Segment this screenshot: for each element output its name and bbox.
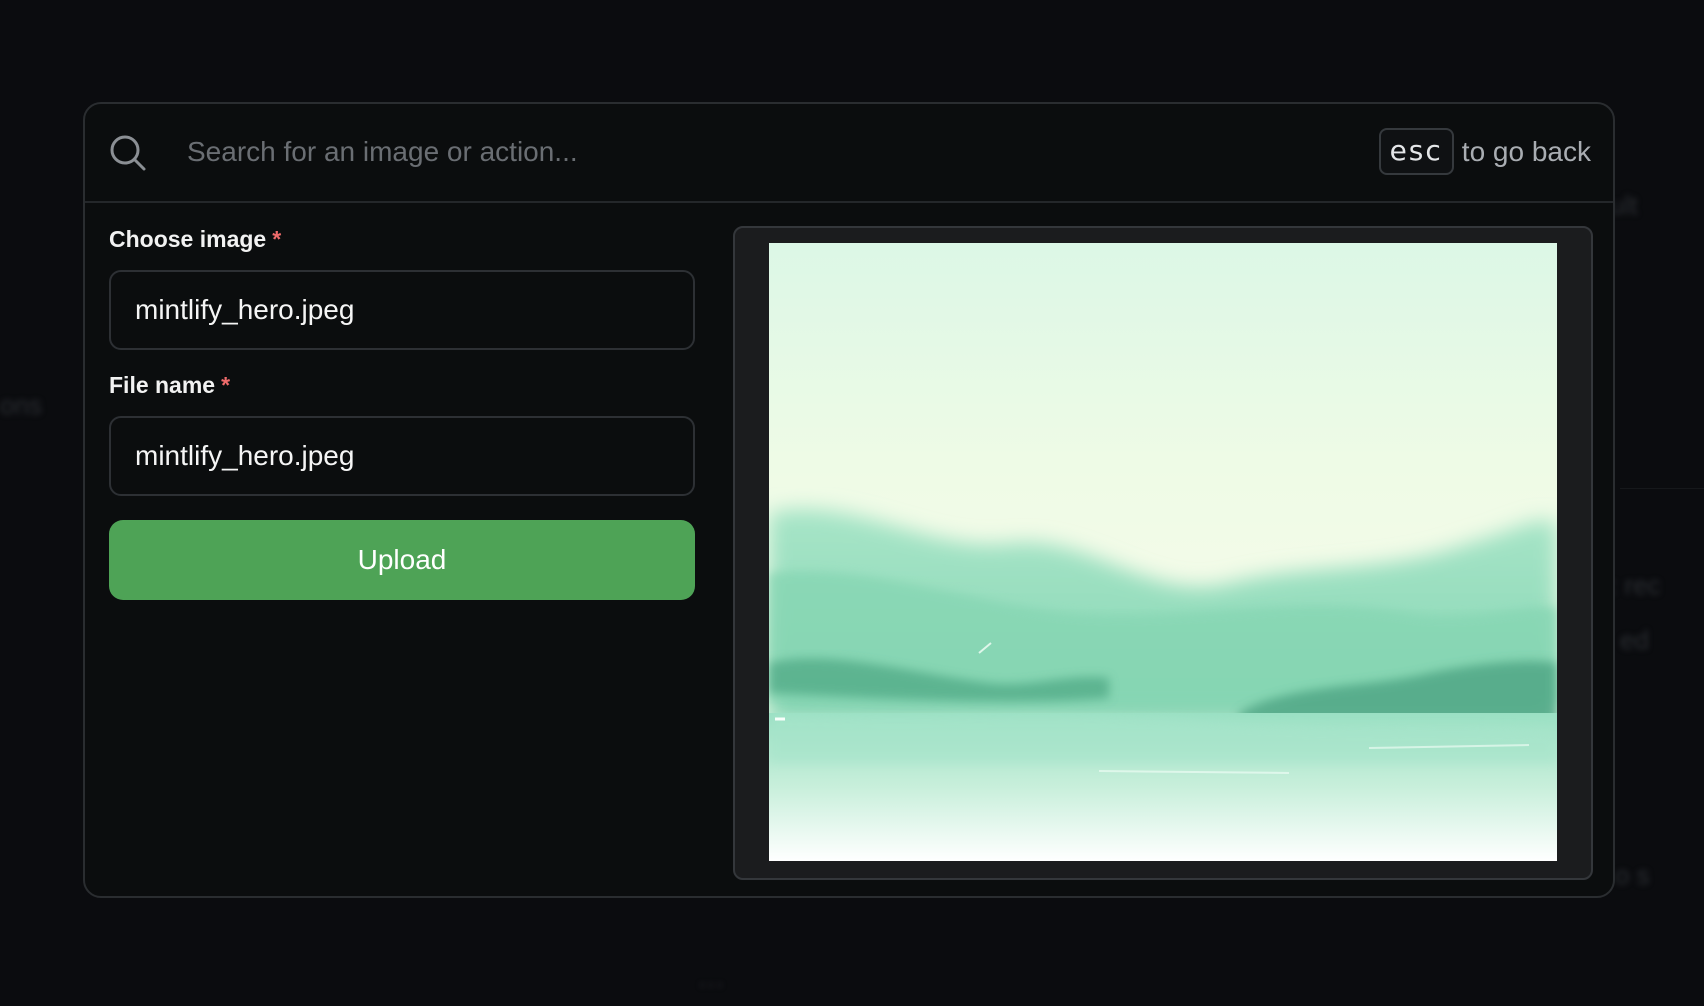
background-text-fragment: ons: [0, 390, 42, 420]
choose-image-label: Choose image *: [109, 224, 695, 254]
background-text-fragment: o s: [1615, 860, 1650, 890]
field-spacer: [109, 350, 695, 370]
required-asterisk: *: [272, 226, 282, 252]
background-text-fragment: ···: [698, 968, 724, 998]
upload-button[interactable]: Upload: [109, 520, 695, 600]
required-asterisk: *: [221, 372, 231, 398]
preview-image: [769, 243, 1557, 861]
choose-image-field[interactable]: [109, 270, 695, 350]
file-name-label: File name *: [109, 370, 695, 400]
background-text-fragment: ed: [1620, 625, 1649, 655]
image-preview-panel: [733, 226, 1593, 880]
search-bar: esc to go back: [85, 104, 1613, 203]
esc-key-badge[interactable]: esc: [1378, 128, 1454, 175]
background-divider: [1620, 488, 1704, 489]
esc-hint-text: to go back: [1461, 135, 1591, 167]
search-input[interactable]: [187, 126, 1187, 178]
esc-hint: esc to go back: [1378, 128, 1591, 175]
choose-image-label-text: Choose image: [109, 226, 267, 252]
file-name-label-text: File name: [109, 372, 216, 398]
image-upload-modal: esc to go back Choose image* File name* …: [83, 102, 1615, 898]
upload-form: Choose image* File name* Upload: [109, 224, 695, 600]
search-icon: [110, 135, 146, 171]
file-name-field[interactable]: [109, 416, 695, 496]
landscape-image: [769, 243, 1557, 861]
background-text-fragment: : rec: [1610, 570, 1661, 600]
